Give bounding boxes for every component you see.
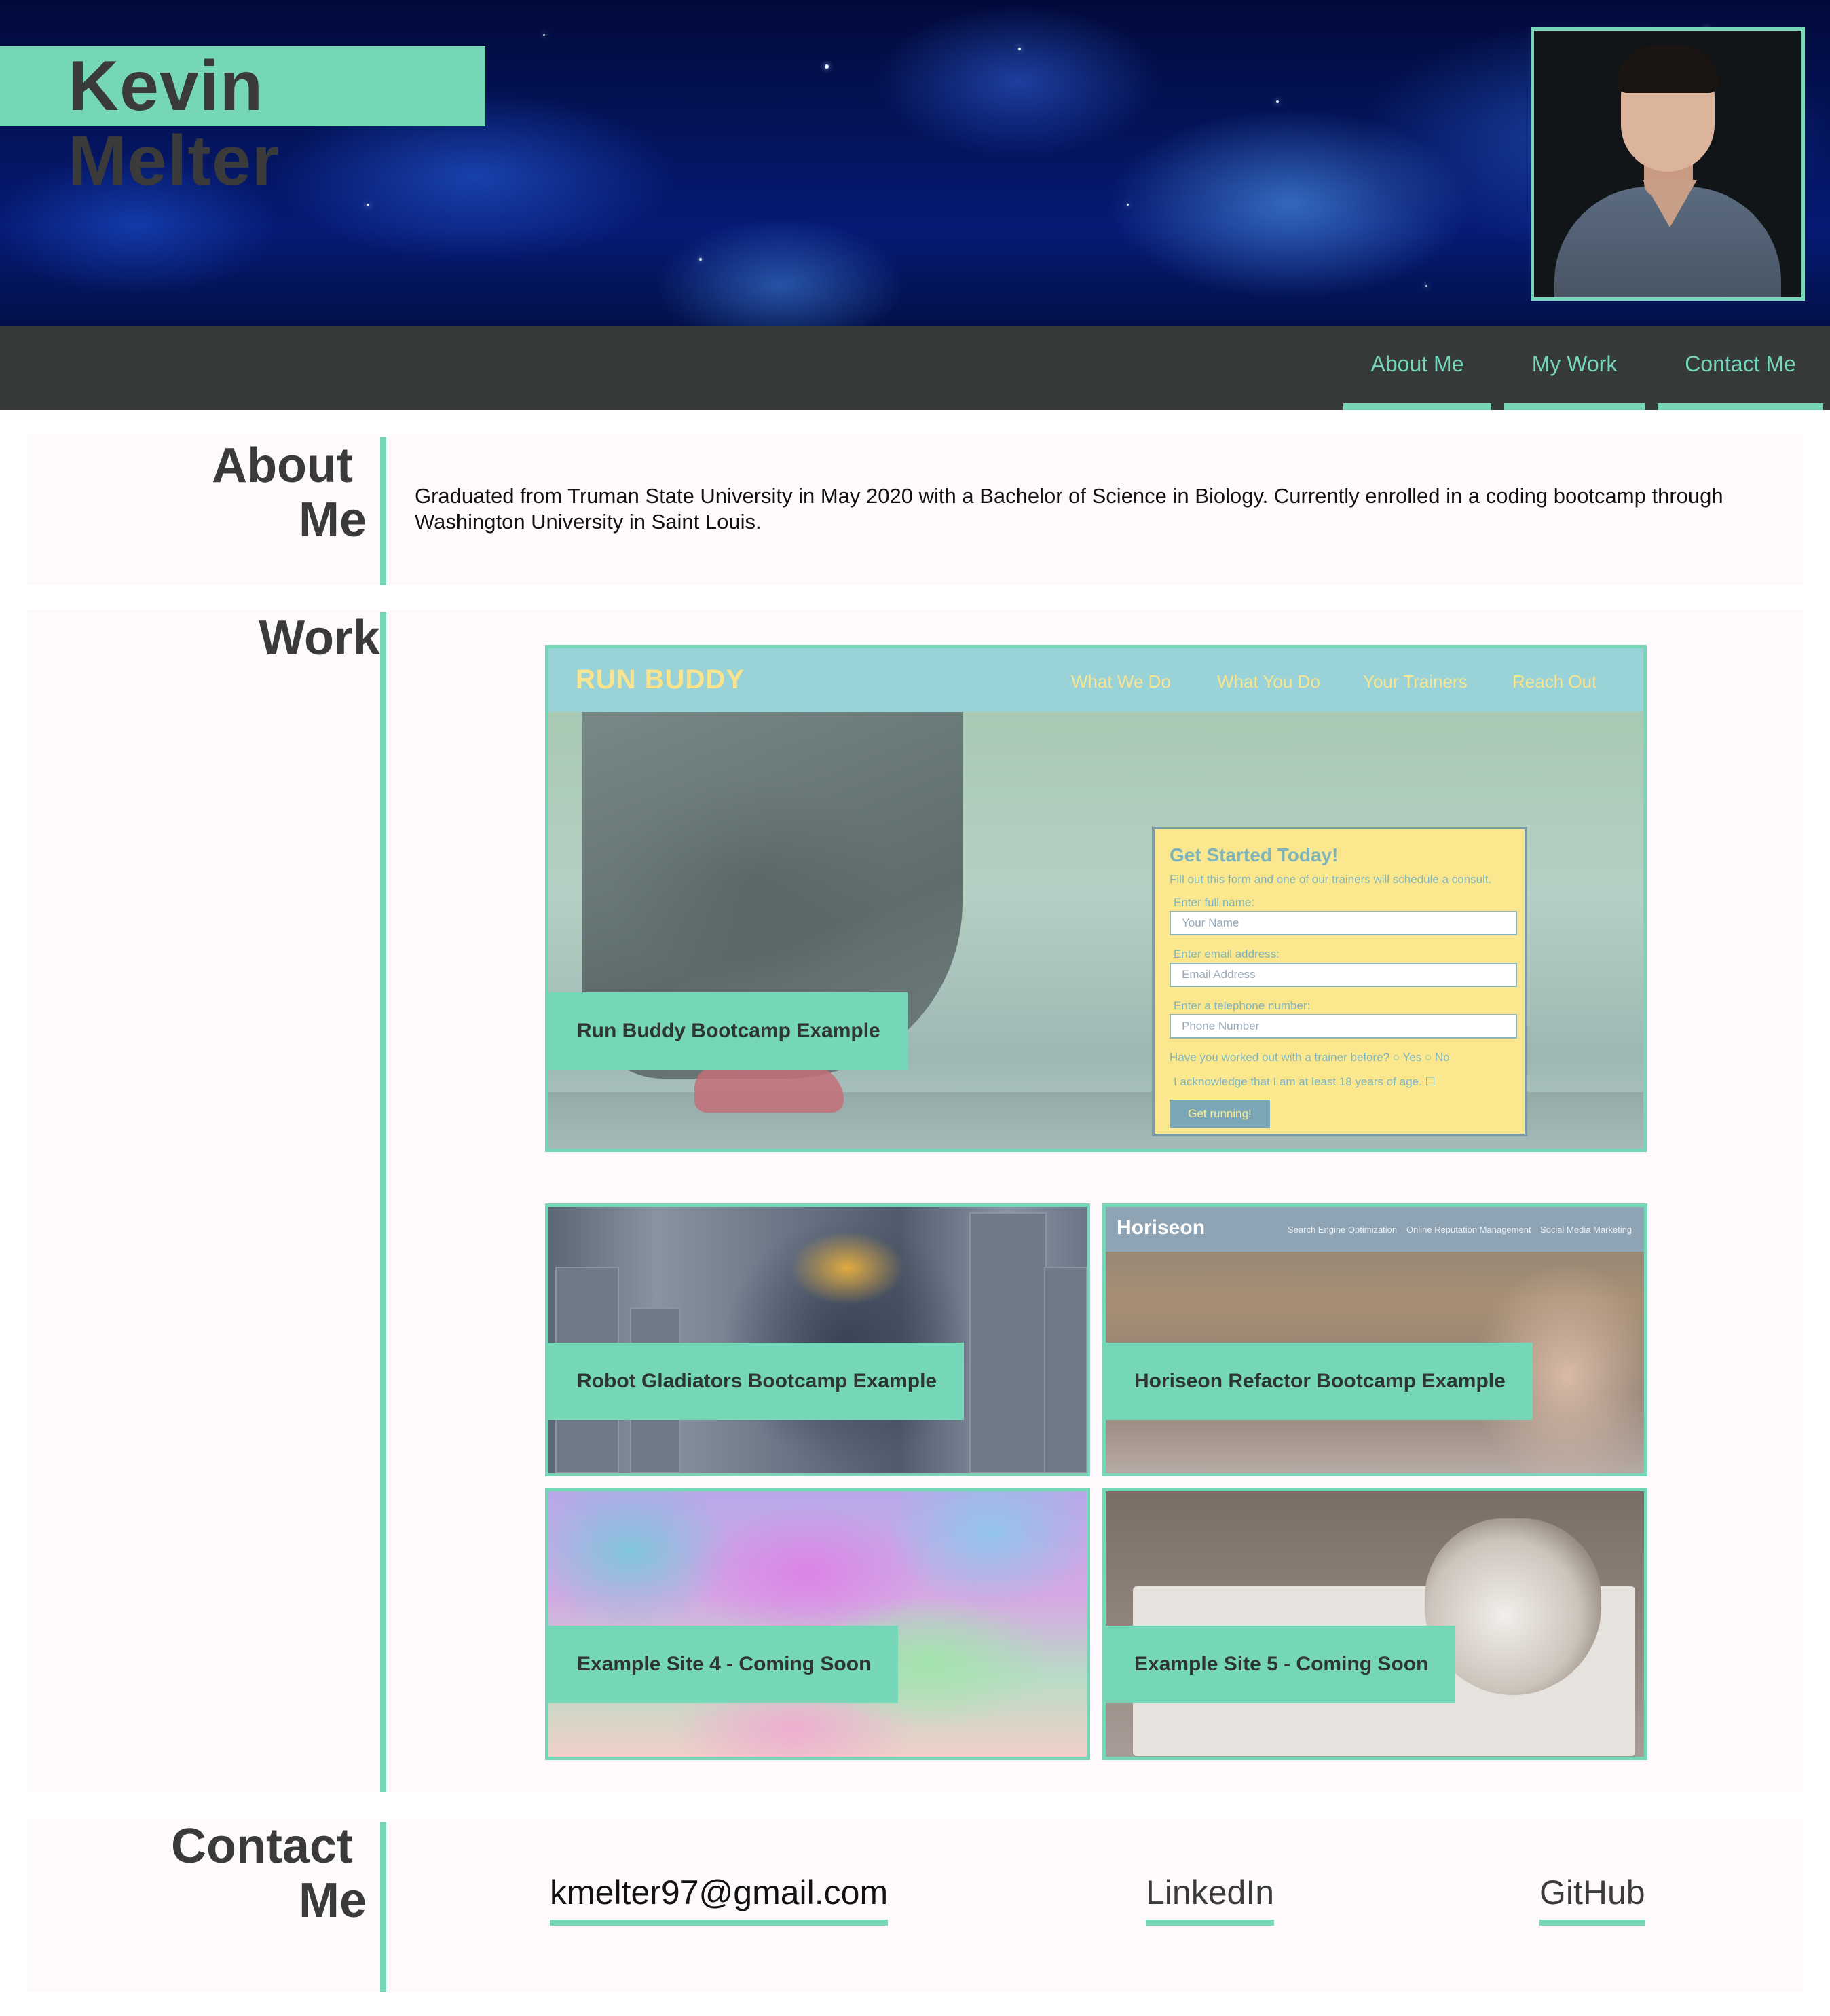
run-buddy-phone-field: Phone Number [1170,1014,1517,1039]
site-title: Kevin Melter [68,47,280,200]
run-buddy-nav-item: What You Do [1217,671,1320,692]
contact-email-link[interactable]: kmelter97@gmail.com [550,1871,889,1926]
horiseon-nav-item: Search Engine Optimization [1288,1225,1398,1235]
run-buddy-header: RUN BUDDY What We Do What You Do Your Tr… [548,648,1643,712]
project-label-robot-gladiators: Robot Gladiators Bootcamp Example [548,1343,965,1420]
run-buddy-logo: RUN BUDDY [576,665,745,694]
run-buddy-nav-item: What We Do [1071,671,1171,692]
project-label-horiseon: Horiseon Refactor Bootcamp Example [1106,1343,1533,1420]
contact-github-link[interactable]: GitHub [1539,1871,1645,1926]
contact-section: Contact Me [27,1819,1803,1992]
hero-banner: Kevin Melter [0,0,1830,326]
contact-heading-line2: Me [298,1873,367,1928]
project-label-run-buddy: Run Buddy Bootcamp Example [548,992,908,1070]
run-buddy-age-ack: I acknowledge that I am at least 18 year… [1174,1075,1436,1088]
about-section: About Me Graduated from Truman State Uni… [27,434,1803,585]
horiseon-nav-item: Social Media Marketing [1540,1225,1632,1235]
project-card-robot-gladiators[interactable]: Robot Gladiators Bootcamp Example [545,1203,1090,1476]
run-buddy-hero-image: Get Started Today! Fill out this form an… [548,712,1643,1149]
work-divider [380,612,386,1792]
contact-divider [380,1822,386,1992]
run-buddy-name-field: Your Name [1170,911,1517,935]
project-label-example-5: Example Site 5 - Coming Soon [1106,1626,1456,1703]
run-buddy-trainer-question: Have you worked out with a trainer befor… [1170,1051,1450,1064]
run-buddy-form-title: Get Started Today! [1170,844,1339,865]
contact-heading: Contact Me [41,1819,367,1928]
about-text: Graduated from Truman State University i… [415,484,1723,534]
contact-linkedin-link[interactable]: LinkedIn [1146,1871,1275,1926]
project-card-run-buddy[interactable]: RUN BUDDY What We Do What You Do Your Tr… [545,645,1647,1152]
nav-about-me[interactable]: About Me [1343,326,1491,410]
run-buddy-nav-item: Reach Out [1512,671,1597,692]
contact-heading-line1: Contact [171,1819,353,1873]
nav-my-work[interactable]: My Work [1504,326,1645,410]
horiseon-image: Horiseon Search Engine Optimization Onli… [1106,1207,1644,1473]
run-buddy-phone-label: Enter a telephone number: [1174,999,1311,1012]
run-buddy-form-preview: Get Started Today! Fill out this form an… [1152,827,1527,1136]
run-buddy-email-label: Enter email address: [1174,948,1280,960]
profile-photo [1531,27,1805,301]
about-heading-line2: Me [298,493,367,547]
project-card-example-5[interactable]: Example Site 5 - Coming Soon [1102,1488,1647,1760]
run-buddy-email-field: Email Address [1170,963,1517,987]
run-buddy-form-subtitle: Fill out this form and one of our traine… [1170,873,1492,886]
about-heading: About Me [41,438,367,547]
work-heading: Work [259,611,380,665]
project-card-example-4[interactable]: Example Site 4 - Coming Soon [545,1488,1090,1760]
project-card-horiseon[interactable]: Horiseon Search Engine Optimization Onli… [1102,1203,1647,1476]
run-buddy-name-label: Enter full name: [1174,896,1255,909]
robot-gladiators-image [548,1207,1087,1473]
project-label-example-4: Example Site 4 - Coming Soon [548,1626,899,1703]
example-4-image [548,1491,1087,1757]
run-buddy-submit-preview: Get running! [1170,1100,1270,1128]
example-5-image [1106,1491,1644,1757]
about-heading-line1: About [212,438,353,493]
about-divider [380,437,386,585]
nav-contact-me[interactable]: Contact Me [1658,326,1823,410]
name-plate: Kevin Melter [0,46,485,198]
run-buddy-nav-item: Your Trainers [1363,671,1468,692]
horiseon-nav-item: Online Reputation Management [1406,1225,1531,1235]
main-nav: About Me My Work Contact Me [0,326,1830,410]
horiseon-logo: Horiseon [1117,1216,1206,1239]
